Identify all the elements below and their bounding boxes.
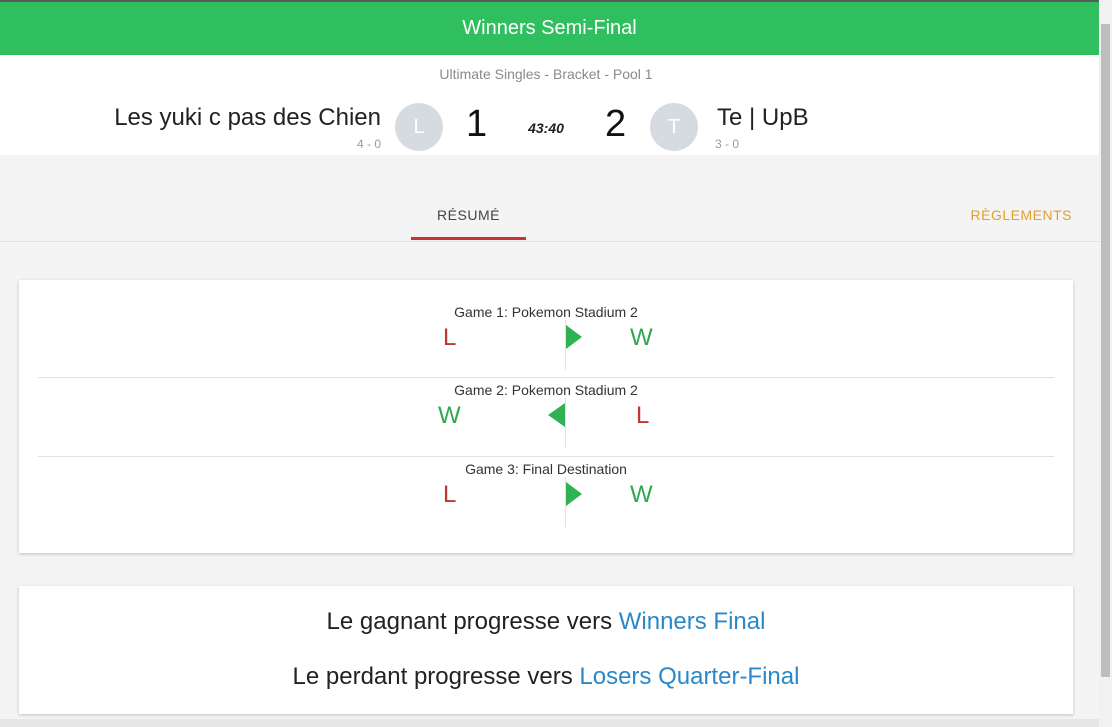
match-timer: 43:40 [528, 120, 564, 136]
game-title: Game 2: Pokemon Stadium 2 [454, 382, 638, 398]
team-left-name[interactable]: Les yuki c pas des Chien [114, 104, 381, 132]
active-tab-indicator [411, 237, 526, 240]
winner-progression: Le gagnant progresse vers Winners Final [19, 608, 1073, 636]
team-left-avatar[interactable]: L [395, 103, 443, 151]
game-title: Game 1: Pokemon Stadium 2 [454, 304, 638, 320]
bottom-edge [0, 719, 1099, 727]
winner-progression-text: Le gagnant progresse vers [326, 608, 613, 635]
winner-arrow-right-icon [566, 325, 582, 349]
team-left-score: 1 [466, 103, 488, 145]
match-info: Ultimate Singles - Bracket - Pool 1 Les … [0, 55, 1099, 155]
progression-card: Le gagnant progresse vers Winners Final … [19, 586, 1073, 714]
loser-target-link[interactable]: Losers Quarter-Final [579, 663, 799, 690]
tab-rules[interactable]: RÈGLEMENTS [971, 207, 1072, 223]
loser-progression-text: Le perdant progresse vers [292, 663, 573, 690]
round-title: Winners Semi-Final [462, 17, 637, 39]
winner-target-link[interactable]: Winners Final [619, 608, 766, 635]
team-right-record: 3 - 0 [715, 137, 740, 151]
round-header: Winners Semi-Final [0, 2, 1099, 55]
game-row: Game 2: Pokemon Stadium 2 W L [38, 358, 1054, 448]
vertical-scrollbar[interactable] [1099, 0, 1112, 727]
game-right-result: W [630, 481, 653, 508]
game-title: Game 3: Final Destination [465, 461, 627, 477]
match-subtitle: Ultimate Singles - Bracket - Pool 1 [439, 66, 653, 82]
game-left-result: L [443, 481, 457, 508]
games-card: Game 1: Pokemon Stadium 2 L W Game 2: Po… [19, 280, 1073, 553]
team-right-avatar[interactable]: T [650, 103, 698, 151]
team-right-score: 2 [605, 103, 627, 145]
game-row: Game 3: Final Destination L W [38, 437, 1054, 527]
winner-arrow-left-icon [548, 403, 565, 427]
loser-progression: Le perdant progresse vers Losers Quarter… [19, 663, 1073, 691]
game-left-result: W [438, 402, 461, 429]
game-right-result: L [636, 402, 650, 429]
team-right-name[interactable]: Te | UpB [717, 104, 809, 132]
winner-arrow-right-icon [566, 482, 582, 506]
game-right-result: W [630, 324, 653, 351]
scrollbar-thumb[interactable] [1101, 24, 1110, 677]
game-row: Game 1: Pokemon Stadium 2 L W [38, 280, 1054, 370]
team-left-record: 4 - 0 [356, 137, 381, 151]
tab-bar: RÉSUMÉ RÈGLEMENTS [0, 155, 1099, 242]
tab-resume[interactable]: RÉSUMÉ [411, 207, 526, 223]
game-left-result: L [443, 324, 457, 351]
